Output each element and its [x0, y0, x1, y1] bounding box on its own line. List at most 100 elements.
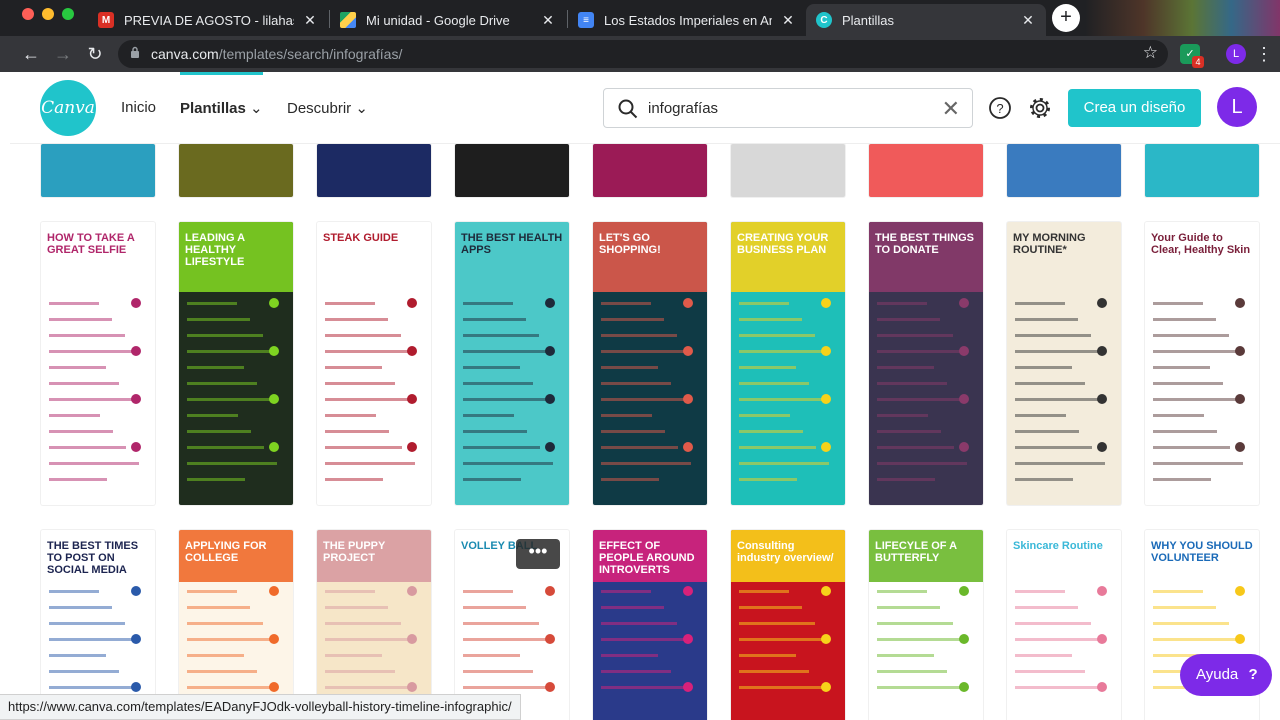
canva-logo[interactable]: Canva: [40, 80, 96, 136]
template-card[interactable]: [869, 144, 983, 197]
minimize-window-icon[interactable]: [42, 8, 54, 20]
template-card[interactable]: [1145, 144, 1259, 197]
template-card[interactable]: [731, 144, 845, 197]
template-bullet-icon: [959, 682, 969, 692]
template-card[interactable]: APPLYING FOR COLLEGE: [179, 530, 293, 720]
template-text-line: [463, 638, 552, 641]
template-card[interactable]: [179, 144, 293, 197]
template-card[interactable]: STEAK GUIDE: [317, 222, 431, 505]
template-title: Your Guide to Clear, Healthy Skin: [1151, 232, 1251, 257]
template-card[interactable]: EFFECT OF PEOPLE AROUND INTROVERTS: [593, 530, 707, 720]
more-vert-icon[interactable]: ⋮: [1252, 42, 1276, 66]
template-bullet-icon: [1235, 346, 1245, 356]
template-title: HOW TO TAKE A GREAT SELFIE: [47, 232, 135, 257]
template-text-line: [49, 318, 112, 321]
template-text-line: [601, 606, 664, 609]
template-title: STEAK GUIDE: [323, 232, 399, 244]
template-card[interactable]: LIFECYLE OF A BUTTERFLY: [869, 530, 983, 720]
forward-arrow-icon[interactable]: →: [51, 42, 75, 66]
nav-descubrir[interactable]: Descubrir ⌄: [287, 99, 368, 117]
browser-tab-drive[interactable]: Mi unidad - Google Drive ✕: [330, 4, 566, 36]
template-text-line: [739, 638, 828, 641]
template-card[interactable]: LEADING A HEALTHY LIFESTYLE: [179, 222, 293, 505]
template-text-line: [1015, 318, 1078, 321]
template-title: THE BEST THINGS TO DONATE: [875, 232, 975, 257]
template-card[interactable]: LET'S GO SHOPPING!: [593, 222, 707, 505]
template-text-line: [187, 670, 257, 673]
template-text-line: [1015, 414, 1066, 417]
template-bullet-icon: [131, 442, 141, 452]
template-text-line: [325, 430, 389, 433]
template-card[interactable]: Consulting industry overview/: [731, 530, 845, 720]
template-title: THE BEST TIMES TO POST ON SOCIAL MEDIA: [47, 540, 139, 577]
template-text-line: [739, 478, 797, 481]
template-text-line: [49, 334, 125, 337]
template-bullet-icon: [131, 346, 141, 356]
new-tab-button[interactable]: +: [1052, 4, 1080, 32]
template-text-line: [1015, 638, 1104, 641]
template-card[interactable]: [593, 144, 707, 197]
template-text-line: [187, 590, 237, 593]
template-card[interactable]: Skincare Routine: [1007, 530, 1121, 720]
search-input[interactable]: infografías ✕: [603, 88, 973, 128]
back-arrow-icon[interactable]: ←: [19, 42, 43, 66]
maximize-window-icon[interactable]: [62, 8, 74, 20]
template-card[interactable]: THE BEST TIMES TO POST ON SOCIAL MEDIA: [41, 530, 155, 720]
clear-search-icon[interactable]: ✕: [942, 96, 960, 122]
template-card[interactable]: [317, 144, 431, 197]
close-tab-icon[interactable]: ✕: [780, 12, 796, 29]
template-text-line: [877, 606, 940, 609]
template-card[interactable]: HOW TO TAKE A GREAT SELFIE: [41, 222, 155, 505]
template-text-line: [601, 430, 665, 433]
template-bullet-icon: [407, 682, 417, 692]
reload-icon[interactable]: ↻: [83, 42, 107, 66]
template-bullet-icon: [131, 586, 141, 596]
help-button[interactable]: Ayuda ?: [1180, 654, 1272, 696]
template-bullet-icon: [545, 634, 555, 644]
template-text-line: [877, 446, 954, 449]
template-card[interactable]: CREATING YOUR BUSINESS PLAN: [731, 222, 845, 505]
user-avatar[interactable]: L: [1217, 87, 1257, 127]
close-tab-icon[interactable]: ✕: [540, 12, 556, 29]
browser-tab-gmail[interactable]: M PREVIA DE AGOSTO - lilahass ✕: [88, 4, 328, 36]
template-bullet-icon: [131, 682, 141, 692]
window-background: [1085, 0, 1280, 36]
template-header-band: [1007, 530, 1121, 582]
create-design-button[interactable]: Crea un diseño: [1068, 89, 1201, 127]
gear-icon[interactable]: [1028, 96, 1052, 120]
template-card[interactable]: [455, 144, 569, 197]
template-card[interactable]: THE PUPPY PROJECT: [317, 530, 431, 720]
template-card[interactable]: Your Guide to Clear, Healthy Skin: [1145, 222, 1259, 505]
template-text-line: [601, 334, 677, 337]
template-card[interactable]: [1007, 144, 1121, 197]
nav-plantillas[interactable]: Plantillas ⌄: [180, 99, 263, 117]
template-text-line: [877, 398, 960, 401]
template-card[interactable]: MY MORNING ROUTINE*: [1007, 222, 1121, 505]
address-bar[interactable]: canva.com/templates/search/infografías/ …: [118, 40, 1168, 68]
help-icon[interactable]: ?: [988, 96, 1012, 120]
template-card[interactable]: [41, 144, 155, 197]
more-options-button[interactable]: •••: [516, 539, 560, 569]
template-title: MY MORNING ROUTINE*: [1013, 232, 1086, 257]
template-text-line: [1015, 430, 1079, 433]
template-text-line: [463, 446, 540, 449]
close-tab-icon[interactable]: ✕: [1020, 12, 1036, 29]
template-text-line: [1153, 318, 1216, 321]
template-text-line: [739, 590, 789, 593]
template-card[interactable]: THE BEST HEALTH APPS: [455, 222, 569, 505]
template-text-line: [463, 654, 520, 657]
template-card[interactable]: THE BEST THINGS TO DONATE: [869, 222, 983, 505]
close-tab-icon[interactable]: ✕: [302, 12, 318, 29]
template-text-line: [49, 302, 99, 305]
bookmark-star-icon[interactable]: ☆: [1143, 43, 1158, 63]
browser-tab-canva[interactable]: C Plantillas ✕: [806, 4, 1046, 36]
close-window-icon[interactable]: [22, 8, 34, 20]
nav-inicio[interactable]: Inicio: [121, 99, 156, 116]
tab-title: Plantillas: [842, 12, 895, 28]
browser-tab-docs[interactable]: ≡ Los Estados Imperiales en Amé ✕: [568, 4, 806, 36]
template-text-line: [187, 686, 270, 689]
template-bullet-icon: [1235, 586, 1245, 596]
template-bullet-icon: [269, 586, 279, 596]
profile-avatar[interactable]: L: [1226, 44, 1246, 64]
template-text-line: [877, 622, 953, 625]
